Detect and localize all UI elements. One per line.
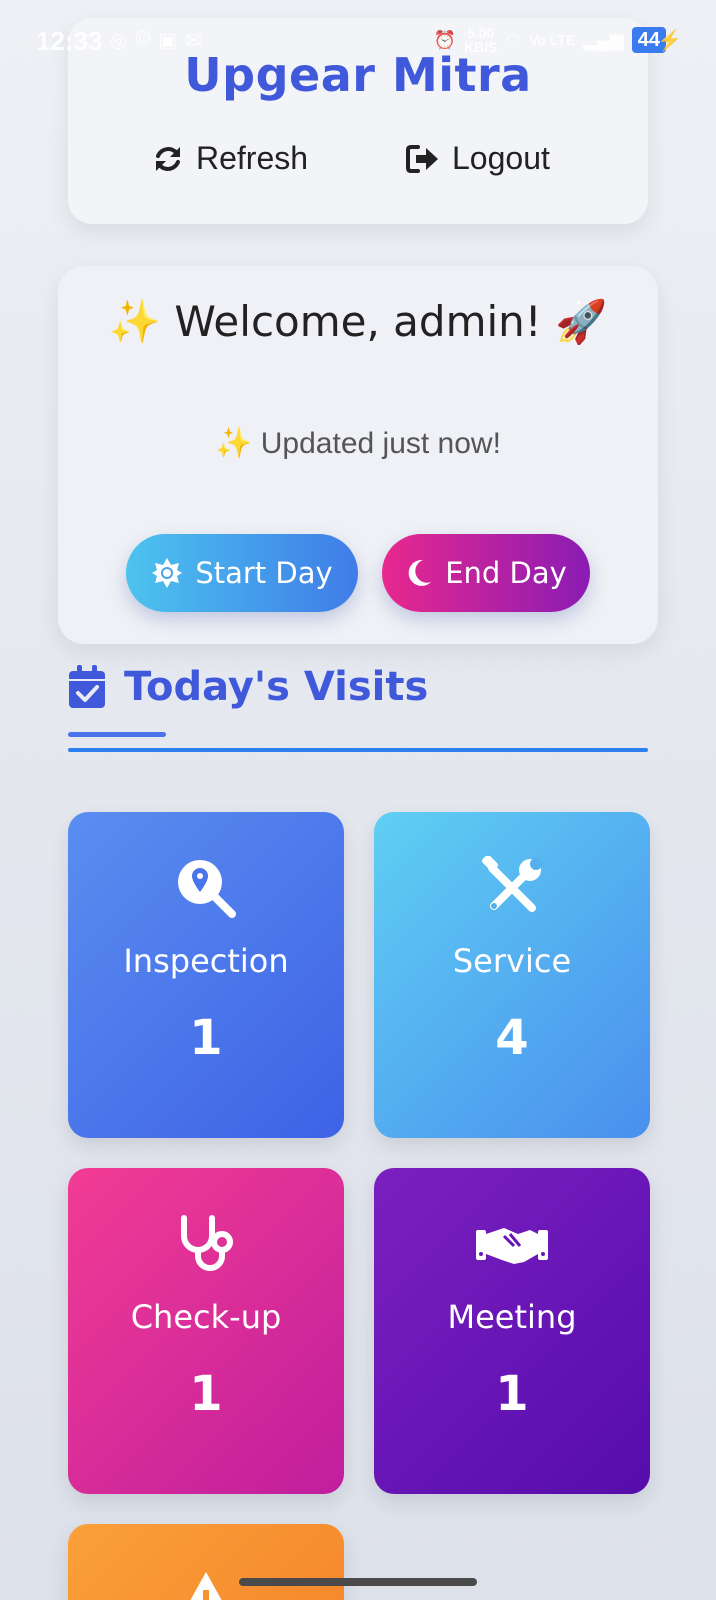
logout-icon — [406, 144, 438, 173]
welcome-title: ✨ Welcome, admin! 🚀 — [108, 297, 608, 346]
meeting-card[interactable]: Meeting 1 — [374, 1168, 650, 1494]
tools-icon — [482, 856, 542, 912]
start-day-button[interactable]: Start Day — [126, 534, 358, 612]
network-speed: 5.00 KB/S — [463, 25, 498, 55]
notification-icons: ◎ © ▣ ✉ — [110, 28, 202, 53]
updated-status: ✨ Updated just now! — [215, 427, 501, 460]
service-card[interactable]: Service 4 — [374, 812, 650, 1138]
service-label: Service — [452, 942, 572, 980]
calendar-check-icon — [69, 665, 105, 708]
handshake-icon — [476, 1228, 548, 1264]
inspection-card[interactable]: Inspection 1 — [68, 812, 344, 1138]
checkup-card[interactable]: Check-up 1 — [68, 1168, 344, 1494]
app-icon: © — [135, 28, 151, 50]
volte-indicator: Vo LTE — [529, 32, 576, 48]
meeting-count: 1 — [495, 1366, 529, 1422]
search-location-icon — [178, 860, 236, 918]
sun-icon — [152, 558, 183, 588]
status-time: 12:33 — [36, 26, 103, 56]
checkup-label: Check-up — [130, 1298, 282, 1336]
section-divider — [68, 748, 648, 752]
end-day-button[interactable]: End Day — [382, 534, 590, 612]
refresh-button[interactable]: Refresh — [152, 140, 308, 177]
section-title: Today's Visits — [124, 664, 429, 710]
moon-icon — [408, 559, 432, 586]
refresh-label: Refresh — [196, 140, 309, 176]
status-right: ⏰ 5.00 KB/S ◠ Vo LTE ▂▄▆ 44 — [434, 26, 666, 54]
start-day-label: Start Day — [195, 556, 333, 590]
signal-icon: ▂▄▆ — [583, 29, 624, 50]
meeting-label: Meeting — [447, 1298, 577, 1336]
whatsapp-icon: ◎ — [110, 30, 128, 52]
logout-label: Logout — [452, 140, 550, 176]
logout-button[interactable]: Logout — [406, 140, 550, 177]
gesture-nav-handle[interactable] — [239, 1578, 477, 1586]
alarm-icon: ⏰ — [433, 29, 456, 50]
mail-icon: ✉ — [185, 30, 202, 52]
inspection-label: Inspection — [123, 942, 289, 980]
warning-icon — [190, 1572, 222, 1600]
status-bar: 12:33 ◎ © ▣ ✉ ⏰ 5.00 KB/S ◠ Vo LTE ▂▄▆ 4… — [0, 0, 716, 84]
section-underline-accent — [68, 732, 166, 737]
other-visit-card[interactable] — [68, 1524, 344, 1600]
inspection-count: 1 — [189, 1010, 223, 1066]
todays-visits-heading: Today's Visits — [68, 664, 648, 754]
service-count: 4 — [495, 1010, 529, 1066]
stethoscope-icon — [181, 1215, 233, 1271]
end-day-label: End Day — [445, 556, 567, 590]
welcome-card: ✨ Welcome, admin! 🚀 ✨ Updated just now! … — [58, 266, 658, 644]
charging-icon: ⚡ — [657, 30, 682, 52]
gallery-icon: ▣ — [158, 30, 178, 52]
refresh-icon — [156, 146, 180, 171]
wifi-icon: ◠ — [505, 29, 522, 50]
checkup-count: 1 — [189, 1366, 223, 1422]
